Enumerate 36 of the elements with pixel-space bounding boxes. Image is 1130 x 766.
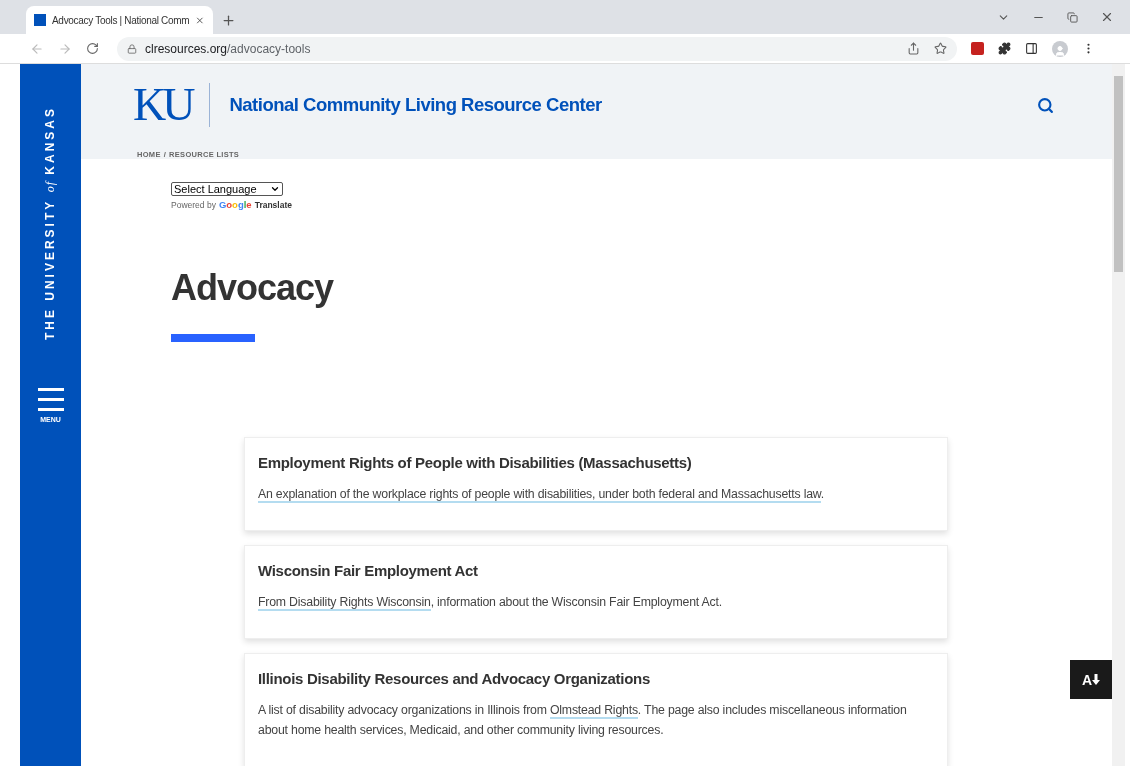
menu-icon xyxy=(37,388,64,413)
language-select[interactable]: Select Language xyxy=(171,182,283,196)
new-tab-icon[interactable] xyxy=(221,12,236,28)
search-button[interactable] xyxy=(1037,96,1054,114)
site-title[interactable]: National Community Living Resource Center xyxy=(229,94,602,116)
card-description: An explanation of the workplace rights of people with disabilities, under both federal and Massachusetts law. xyxy=(258,486,826,504)
pdf-extension-icon[interactable] xyxy=(971,42,984,55)
side-panel-icon[interactable] xyxy=(1025,42,1038,55)
description-link[interactable]: From Disability Rights Wisconsin xyxy=(258,595,431,611)
restore-icon[interactable] xyxy=(1067,11,1078,23)
page-title: Advocacy xyxy=(171,268,335,308)
google-logo: Google xyxy=(218,199,252,210)
favicon-icon xyxy=(34,14,46,26)
card-description: From Disability Rights Wisconsin, information about the Wisconsin Fair Employment Act. xyxy=(258,594,723,612)
site-logo[interactable]: KU xyxy=(133,82,192,128)
browser-tab[interactable]: Advocacy Tools | National Comm xyxy=(26,6,213,34)
university-wordmark: THE UNIVERSITY of KANSAS xyxy=(43,106,58,341)
down-arrow-icon xyxy=(1092,674,1101,685)
card-title[interactable]: Wisconsin Fair Employment Act xyxy=(258,562,934,579)
text-size-button[interactable]: A xyxy=(1070,660,1112,699)
powered-by-text: Powered by xyxy=(171,199,216,210)
card-title[interactable]: Employment Rights of People with Disabilities (Massachusetts) xyxy=(258,454,934,471)
puzzle-icon[interactable] xyxy=(998,42,1011,55)
close-icon[interactable] xyxy=(1100,10,1114,24)
close-icon[interactable] xyxy=(195,14,205,26)
card-title[interactable]: Illinois Disability Resources and Advocacy Organizations xyxy=(258,670,934,687)
reload-icon[interactable] xyxy=(86,42,99,55)
description-link[interactable]: Olmstead Rights xyxy=(549,703,638,719)
lock-icon xyxy=(127,43,137,54)
chevron-icon xyxy=(270,184,280,194)
card-description: A list of disability advocacy organizations in Illinois from Olmstead Rights. The page also includes miscellaneous information about home health services, Medicaid, and other community living resources. xyxy=(258,702,908,739)
description-link[interactable]: An explanation of the workplace rights of people with disabilities, under both federal and Massachusetts law xyxy=(258,487,821,503)
share-icon[interactable] xyxy=(907,42,920,55)
translate-link[interactable]: Translate xyxy=(254,199,292,210)
star-icon[interactable] xyxy=(934,42,947,55)
address-bar[interactable]: clresources.org/advocacy-tools xyxy=(117,36,957,61)
